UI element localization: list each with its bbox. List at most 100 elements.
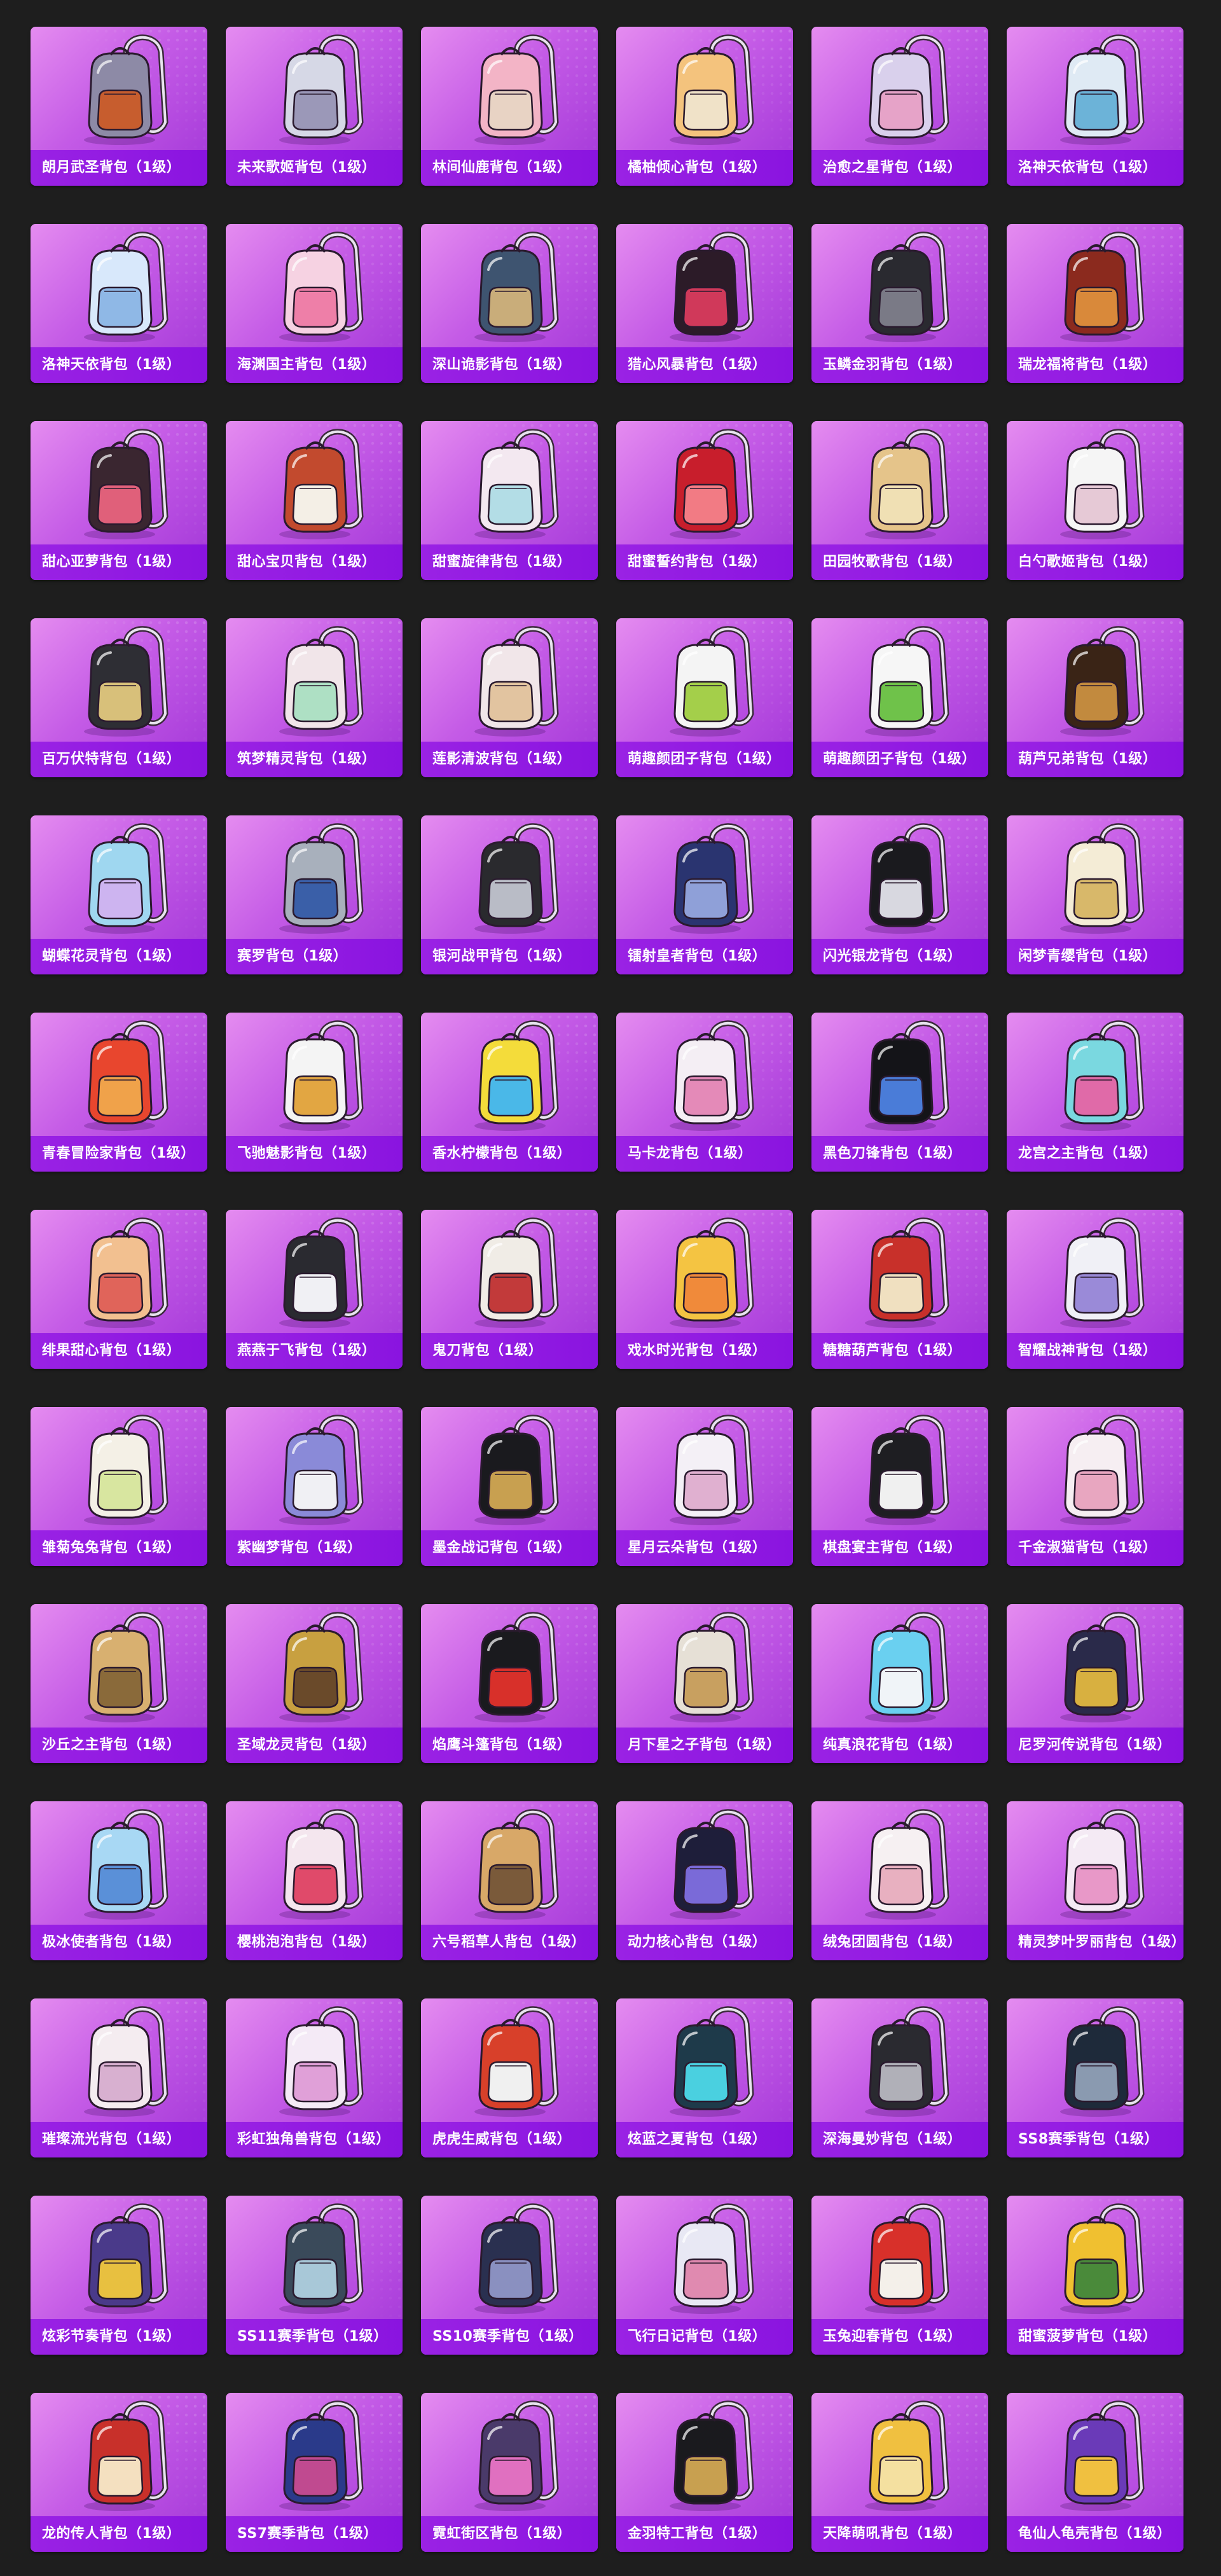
item-card[interactable]: 鬼刀背包（1级） xyxy=(421,1210,598,1369)
item-card[interactable]: 霓虹街区背包（1级） xyxy=(421,2393,598,2552)
item-name: 深海曼妙背包（1级） xyxy=(823,2131,962,2147)
item-card[interactable]: 马卡龙背包（1级） xyxy=(616,1013,793,1172)
item-card[interactable]: 深海曼妙背包（1级） xyxy=(811,1998,988,2157)
item-name: 龙宫之主背包（1级） xyxy=(1018,1146,1157,1161)
item-card[interactable]: 田园牧歌背包（1级） xyxy=(811,421,988,580)
item-card[interactable]: 橘柚倾心背包（1级） xyxy=(616,27,793,186)
item-card[interactable]: 青春冒险家背包（1级） xyxy=(31,1013,207,1172)
item-card[interactable]: 飞行日记背包（1级） xyxy=(616,2196,793,2355)
item-card[interactable]: 海渊国主背包（1级） xyxy=(226,224,403,383)
item-card[interactable]: 棋盘宴主背包（1级） xyxy=(811,1407,988,1566)
item-name: 绯果甜心背包（1级） xyxy=(42,1343,181,1359)
item-card[interactable]: 紫幽梦背包（1级） xyxy=(226,1407,403,1566)
item-card[interactable]: SS11赛季背包（1级） xyxy=(226,2196,403,2355)
item-card[interactable]: 糖糖葫芦背包（1级） xyxy=(811,1210,988,1369)
item-card[interactable]: 绒兔团圆背包（1级） xyxy=(811,1801,988,1960)
item-card[interactable]: 龟仙人龟壳背包（1级） xyxy=(1007,2393,1183,2552)
item-card[interactable]: 朗月武圣背包（1级） xyxy=(31,27,207,186)
item-card[interactable]: 圣域龙灵背包（1级） xyxy=(226,1604,403,1763)
item-card[interactable]: 玉兔迎春背包（1级） xyxy=(811,2196,988,2355)
item-card[interactable]: 动力核心背包（1级） xyxy=(616,1801,793,1960)
item-card[interactable]: 筑梦精灵背包（1级） xyxy=(226,618,403,777)
butterfly-backpack-icon xyxy=(84,823,169,934)
item-card[interactable]: 白勺歌姬背包（1级） xyxy=(1007,421,1183,580)
item-card[interactable]: 瑞龙福将背包（1级） xyxy=(1007,224,1183,383)
item-name: 动力核心背包（1级） xyxy=(628,1934,767,1950)
item-card[interactable]: 沙丘之主背包（1级） xyxy=(31,1604,207,1763)
item-card[interactable]: 星月云朵背包（1级） xyxy=(616,1407,793,1566)
item-card[interactable]: 千金淑猫背包（1级） xyxy=(1007,1407,1183,1566)
item-card[interactable]: 萌趣颜团子背包（1级） xyxy=(616,618,793,777)
item-name: 甜心亚萝背包（1级） xyxy=(42,554,181,570)
item-name: 霓虹街区背包（1级） xyxy=(432,2526,572,2542)
item-card[interactable]: 天降萌吼背包（1级） xyxy=(811,2393,988,2552)
item-card[interactable]: 玉鳞金羽背包（1级） xyxy=(811,224,988,383)
item-card[interactable]: 龙的传人背包（1级） xyxy=(31,2393,207,2552)
item-card[interactable]: 精灵梦叶罗丽背包（1级） xyxy=(1007,1801,1183,1960)
item-name: 黑色刀锋背包（1级） xyxy=(823,1146,962,1161)
item-name: 百万伏特背包（1级） xyxy=(42,751,181,767)
item-card[interactable]: 智耀战神背包（1级） xyxy=(1007,1210,1183,1369)
item-card[interactable]: 黑色刀锋背包（1级） xyxy=(811,1013,988,1172)
item-card[interactable]: 极冰使者背包（1级） xyxy=(31,1801,207,1960)
item-name: 千金淑猫背包（1级） xyxy=(1018,1540,1157,1556)
item-card[interactable]: 虎虎生威背包（1级） xyxy=(421,1998,598,2157)
item-card[interactable]: 甜蜜旋律背包（1级） xyxy=(421,421,598,580)
peach-backpack-icon xyxy=(84,1217,169,1328)
item-card[interactable]: 龙宫之主背包（1级） xyxy=(1007,1013,1183,1172)
blade-backpack-icon xyxy=(865,1020,949,1131)
item-card[interactable]: 闲梦青缨背包（1级） xyxy=(1007,815,1183,974)
item-card[interactable]: 未来歌姬背包（1级） xyxy=(226,27,403,186)
item-card[interactable]: 璀璨流光背包（1级） xyxy=(31,1998,207,2157)
daisy-bunny-backpack-icon xyxy=(84,1415,169,1525)
item-card[interactable]: 洛神天依背包（1级） xyxy=(31,224,207,383)
item-card[interactable]: 赛罗背包（1级） xyxy=(226,815,403,974)
item-card[interactable]: 香水柠檬背包（1级） xyxy=(421,1013,598,1172)
item-card[interactable]: 雏菊兔兔背包（1级） xyxy=(31,1407,207,1566)
item-card[interactable]: 葫芦兄弟背包（1级） xyxy=(1007,618,1183,777)
item-card[interactable]: 甜心宝贝背包（1级） xyxy=(226,421,403,580)
item-card[interactable]: 治愈之星背包（1级） xyxy=(811,27,988,186)
item-card[interactable]: 樱桃泡泡背包（1级） xyxy=(226,1801,403,1960)
item-card[interactable]: 炫彩节奏背包（1级） xyxy=(31,2196,207,2355)
item-card[interactable]: SS10赛季背包（1级） xyxy=(421,2196,598,2355)
item-card[interactable]: 深山诡影背包（1级） xyxy=(421,224,598,383)
orange-backpack-icon xyxy=(670,34,754,145)
item-card[interactable]: SS7赛季背包（1级） xyxy=(226,2393,403,2552)
item-card[interactable]: 甜心亚萝背包（1级） xyxy=(31,421,207,580)
dragon-armor-backpack-icon xyxy=(1060,232,1145,342)
item-card[interactable]: 百万伏特背包（1级） xyxy=(31,618,207,777)
item-card[interactable]: 焰鹰斗篷背包（1级） xyxy=(421,1604,598,1763)
item-card[interactable]: 绯果甜心背包（1级） xyxy=(31,1210,207,1369)
item-card[interactable]: 莲影清波背包（1级） xyxy=(421,618,598,777)
item-card[interactable]: SS8赛季背包（1级） xyxy=(1007,1998,1183,2157)
item-card[interactable]: 炫蓝之夏背包（1级） xyxy=(616,1998,793,2157)
item-card[interactable]: 墨金战记背包（1级） xyxy=(421,1407,598,1566)
item-card[interactable]: 月下星之子背包（1级） xyxy=(616,1604,793,1763)
item-card[interactable]: 纯真浪花背包（1级） xyxy=(811,1604,988,1763)
item-card[interactable]: 尼罗河传说背包（1级） xyxy=(1007,1604,1183,1763)
item-card[interactable]: 蝴蝶花灵背包（1级） xyxy=(31,815,207,974)
item-card[interactable]: 戏水时光背包（1级） xyxy=(616,1210,793,1369)
helmet-backpack-icon xyxy=(1060,34,1145,145)
item-card[interactable]: 镭射皇者背包（1级） xyxy=(616,815,793,974)
item-card[interactable]: 飞驰魅影背包（1级） xyxy=(226,1013,403,1172)
item-name: 闪光银龙背包（1级） xyxy=(823,948,962,964)
dune-backpack-icon xyxy=(84,1612,169,1722)
white-backpack-icon xyxy=(279,34,364,145)
item-card[interactable]: 闪光银龙背包（1级） xyxy=(811,815,988,974)
item-card[interactable]: 甜蜜菠萝背包（1级） xyxy=(1007,2196,1183,2355)
item-card[interactable]: 银河战甲背包（1级） xyxy=(421,815,598,974)
item-card[interactable]: 金羽特工背包（1级） xyxy=(616,2393,793,2552)
item-card[interactable]: 林间仙鹿背包（1级） xyxy=(421,27,598,186)
item-name: 玉兔迎春背包（1级） xyxy=(823,2329,962,2344)
item-card[interactable]: 甜蜜誓约背包（1级） xyxy=(616,421,793,580)
item-card[interactable]: 猎心风暴背包（1级） xyxy=(616,224,793,383)
item-card[interactable]: 燕燕于飞背包（1级） xyxy=(226,1210,403,1369)
item-card[interactable]: 萌趣颜团子背包（1级） xyxy=(811,618,988,777)
purple-bunny-backpack-icon xyxy=(279,1415,364,1525)
item-card[interactable]: 六号稻草人背包（1级） xyxy=(421,1801,598,1960)
item-card[interactable]: 洛神天依背包（1级） xyxy=(1007,27,1183,186)
heart-backpack-icon xyxy=(670,429,754,539)
item-card[interactable]: 彩虹独角兽背包（1级） xyxy=(226,1998,403,2157)
